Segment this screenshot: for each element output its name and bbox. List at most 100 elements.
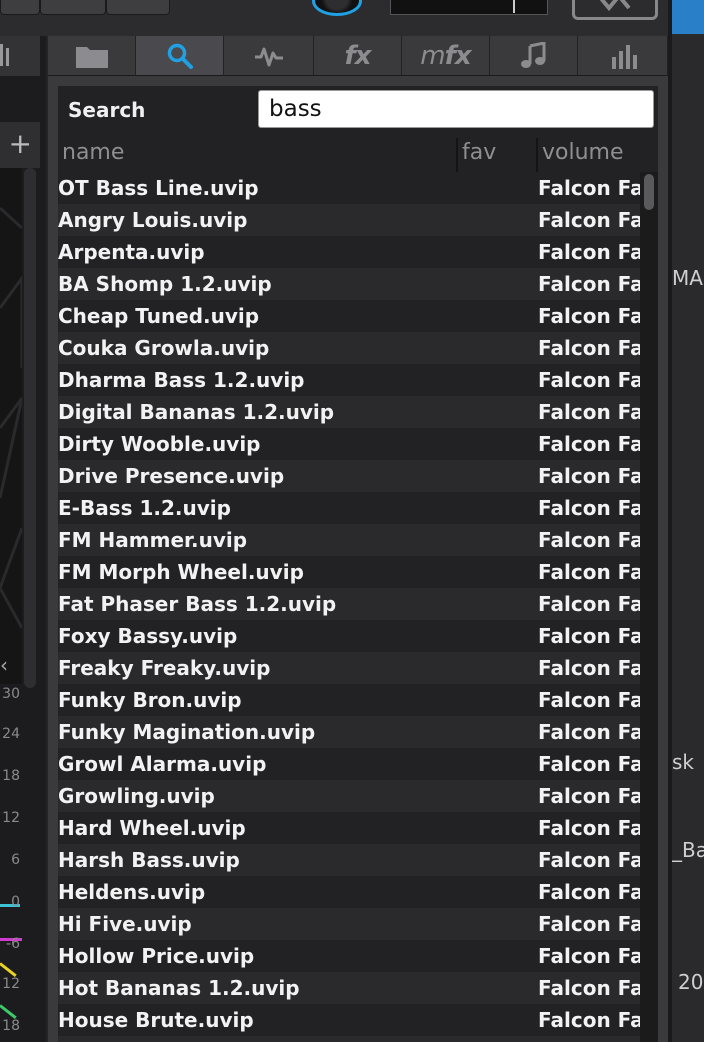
tab-folder[interactable]	[48, 36, 136, 76]
cell-volume: Falcon Factory	[538, 496, 640, 520]
table-row[interactable]: Growl Alarma.uvip Falcon Factory	[58, 748, 640, 780]
meter-label: 18	[2, 1018, 20, 1034]
left-panel-graphic	[0, 168, 22, 684]
meter-line	[0, 962, 17, 977]
search-input[interactable]	[258, 90, 654, 128]
tab-music[interactable]	[490, 36, 578, 76]
cell-name: Heldens.uvip	[58, 880, 206, 904]
scrollbar-thumb[interactable]	[644, 174, 654, 210]
cell-name: Hot Bananas 1.2.uvip	[58, 976, 300, 1000]
cell-volume: Falcon Factory	[538, 400, 640, 424]
table-scrollbar[interactable]	[640, 172, 658, 1042]
table-row[interactable]: Harsh Bass.uvip Falcon Factory	[58, 844, 640, 876]
tab-waveform[interactable]	[224, 36, 314, 76]
level-field[interactable]	[390, 0, 548, 15]
column-header-name[interactable]: name	[62, 134, 124, 172]
table-row[interactable]	[58, 1036, 640, 1042]
right-panel-header	[672, 0, 704, 34]
mfx-tab-label-fx: fx	[444, 40, 472, 71]
cell-volume: Falcon Factory	[538, 880, 640, 904]
chevron-left-icon[interactable]: ‹	[0, 648, 22, 682]
cell-volume: Falcon Factory	[538, 528, 640, 552]
cell-volume: Falcon Factory	[538, 688, 640, 712]
table-row[interactable]: Angry Louis.uvip Falcon Factory	[58, 204, 640, 236]
table-row[interactable]: Hollow Price.uvip Falcon Factory	[58, 940, 640, 972]
left-panel-header	[0, 36, 40, 76]
table-row[interactable]: Digital Bananas 1.2.uvip Falcon Factory	[58, 396, 640, 428]
tab-search[interactable]	[136, 36, 224, 76]
cell-name: Dirty Wooble.uvip	[58, 432, 261, 456]
meter-label: 30	[2, 686, 20, 702]
master-knob[interactable]	[312, 0, 362, 16]
cell-name: Freaky Freaky.uvip	[58, 656, 271, 680]
mfx-tab-label: mfx	[420, 40, 472, 71]
cell-volume: Falcon Factory	[538, 912, 640, 936]
cell-name: Couka Growla.uvip	[58, 336, 270, 360]
search-bar: Search	[58, 86, 658, 134]
cell-name: OT Bass Line.uvip	[58, 176, 259, 200]
cell-volume: Falcon Factory	[538, 176, 640, 200]
tab-fx[interactable]: fx	[314, 36, 402, 76]
right-panel-text: _Ba	[672, 838, 704, 862]
cell-name: E-Bass 1.2.uvip	[58, 496, 231, 520]
folder-icon	[75, 46, 108, 68]
cell-volume: Falcon Factory	[538, 592, 640, 616]
table-row[interactable]: Freaky Freaky.uvip Falcon Factory	[58, 652, 640, 684]
table-row[interactable]: FM Morph Wheel.uvip Falcon Factory	[58, 556, 640, 588]
table-row[interactable]: Heldens.uvip Falcon Factory	[58, 876, 640, 908]
table-row[interactable]: OT Bass Line.uvip Falcon Factory	[58, 172, 640, 204]
cell-volume: Falcon Factory	[538, 464, 640, 488]
tab-mfx[interactable]: mfx	[402, 36, 490, 76]
table-body: OT Bass Line.uvip Falcon Factory Angry Lou…	[58, 172, 640, 1042]
meter-label: 24	[2, 726, 20, 742]
table-row[interactable]: Hard Wheel.uvip Falcon Factory	[58, 812, 640, 844]
cell-name: Hi Five.uvip	[58, 912, 192, 936]
column-divider[interactable]	[456, 138, 458, 172]
table-row[interactable]: Drive Presence.uvip Falcon Factory	[58, 460, 640, 492]
right-panel-text: 20	[678, 970, 704, 994]
right-panel-text: sk	[672, 750, 695, 774]
cell-name: Hard Wheel.uvip	[58, 816, 246, 840]
meter-line	[0, 1004, 17, 1019]
cell-name: Foxy Bassy.uvip	[58, 624, 238, 648]
table-row[interactable]: Growling.uvip Falcon Factory	[58, 780, 640, 812]
top-toolbar	[0, 0, 670, 36]
column-divider[interactable]	[536, 138, 538, 172]
toolbar-button[interactable]	[40, 0, 106, 15]
table-row[interactable]: Hi Five.uvip Falcon Factory	[58, 908, 640, 940]
table-row[interactable]: Dirty Wooble.uvip Falcon Factory	[58, 428, 640, 460]
toolbar-button[interactable]	[106, 0, 170, 15]
column-header-volume[interactable]: volume	[542, 134, 624, 172]
cell-name: Funky Bron.uvip	[58, 688, 242, 712]
cell-volume: Falcon Factory	[538, 816, 640, 840]
waveform-icon	[254, 47, 283, 66]
cell-volume: Falcon Factory	[538, 720, 640, 744]
tab-stats[interactable]	[578, 36, 668, 76]
toolbar-button[interactable]	[0, 0, 40, 15]
column-header-fav[interactable]: fav	[462, 134, 496, 172]
table-row[interactable]: Couka Growla.uvip Falcon Factory	[58, 332, 640, 364]
table-row[interactable]: FM Hammer.uvip Falcon Factory	[58, 524, 640, 556]
table-row[interactable]: Hot Bananas 1.2.uvip Falcon Factory	[58, 972, 640, 1004]
cell-name: FM Morph Wheel.uvip	[58, 560, 304, 584]
table-row[interactable]: Cheap Tuned.uvip Falcon Factory	[58, 300, 640, 332]
cell-volume: Falcon Factory	[538, 944, 640, 968]
table-row[interactable]: Funky Bron.uvip Falcon Factory	[58, 684, 640, 716]
table-row[interactable]: BA Shomp 1.2.uvip Falcon Factory	[58, 268, 640, 300]
cell-name: Growling.uvip	[58, 784, 215, 808]
table-row[interactable]: Dharma Bass 1.2.uvip Falcon Factory	[58, 364, 640, 396]
left-scrollbar[interactable]	[24, 168, 36, 688]
table-row[interactable]: Foxy Bassy.uvip Falcon Factory	[58, 620, 640, 652]
meter-label: 12	[2, 810, 20, 826]
table-row[interactable]: E-Bass 1.2.uvip Falcon Factory	[58, 492, 640, 524]
cell-volume: Falcon Factory	[538, 272, 640, 296]
cell-volume: Falcon Factory	[538, 1008, 640, 1032]
cell-name: House Brute.uvip	[58, 1008, 254, 1032]
add-icon[interactable]: +	[0, 122, 40, 168]
browser-tabs: fx mfx	[48, 36, 668, 76]
cell-name: Arpenta.uvip	[58, 240, 205, 264]
table-row[interactable]: Arpenta.uvip Falcon Factory	[58, 236, 640, 268]
table-row[interactable]: Fat Phaser Bass 1.2.uvip Falcon Factory	[58, 588, 640, 620]
table-row[interactable]: House Brute.uvip Falcon Factory	[58, 1004, 640, 1036]
table-row[interactable]: Funky Magination.uvip Falcon Factory	[58, 716, 640, 748]
